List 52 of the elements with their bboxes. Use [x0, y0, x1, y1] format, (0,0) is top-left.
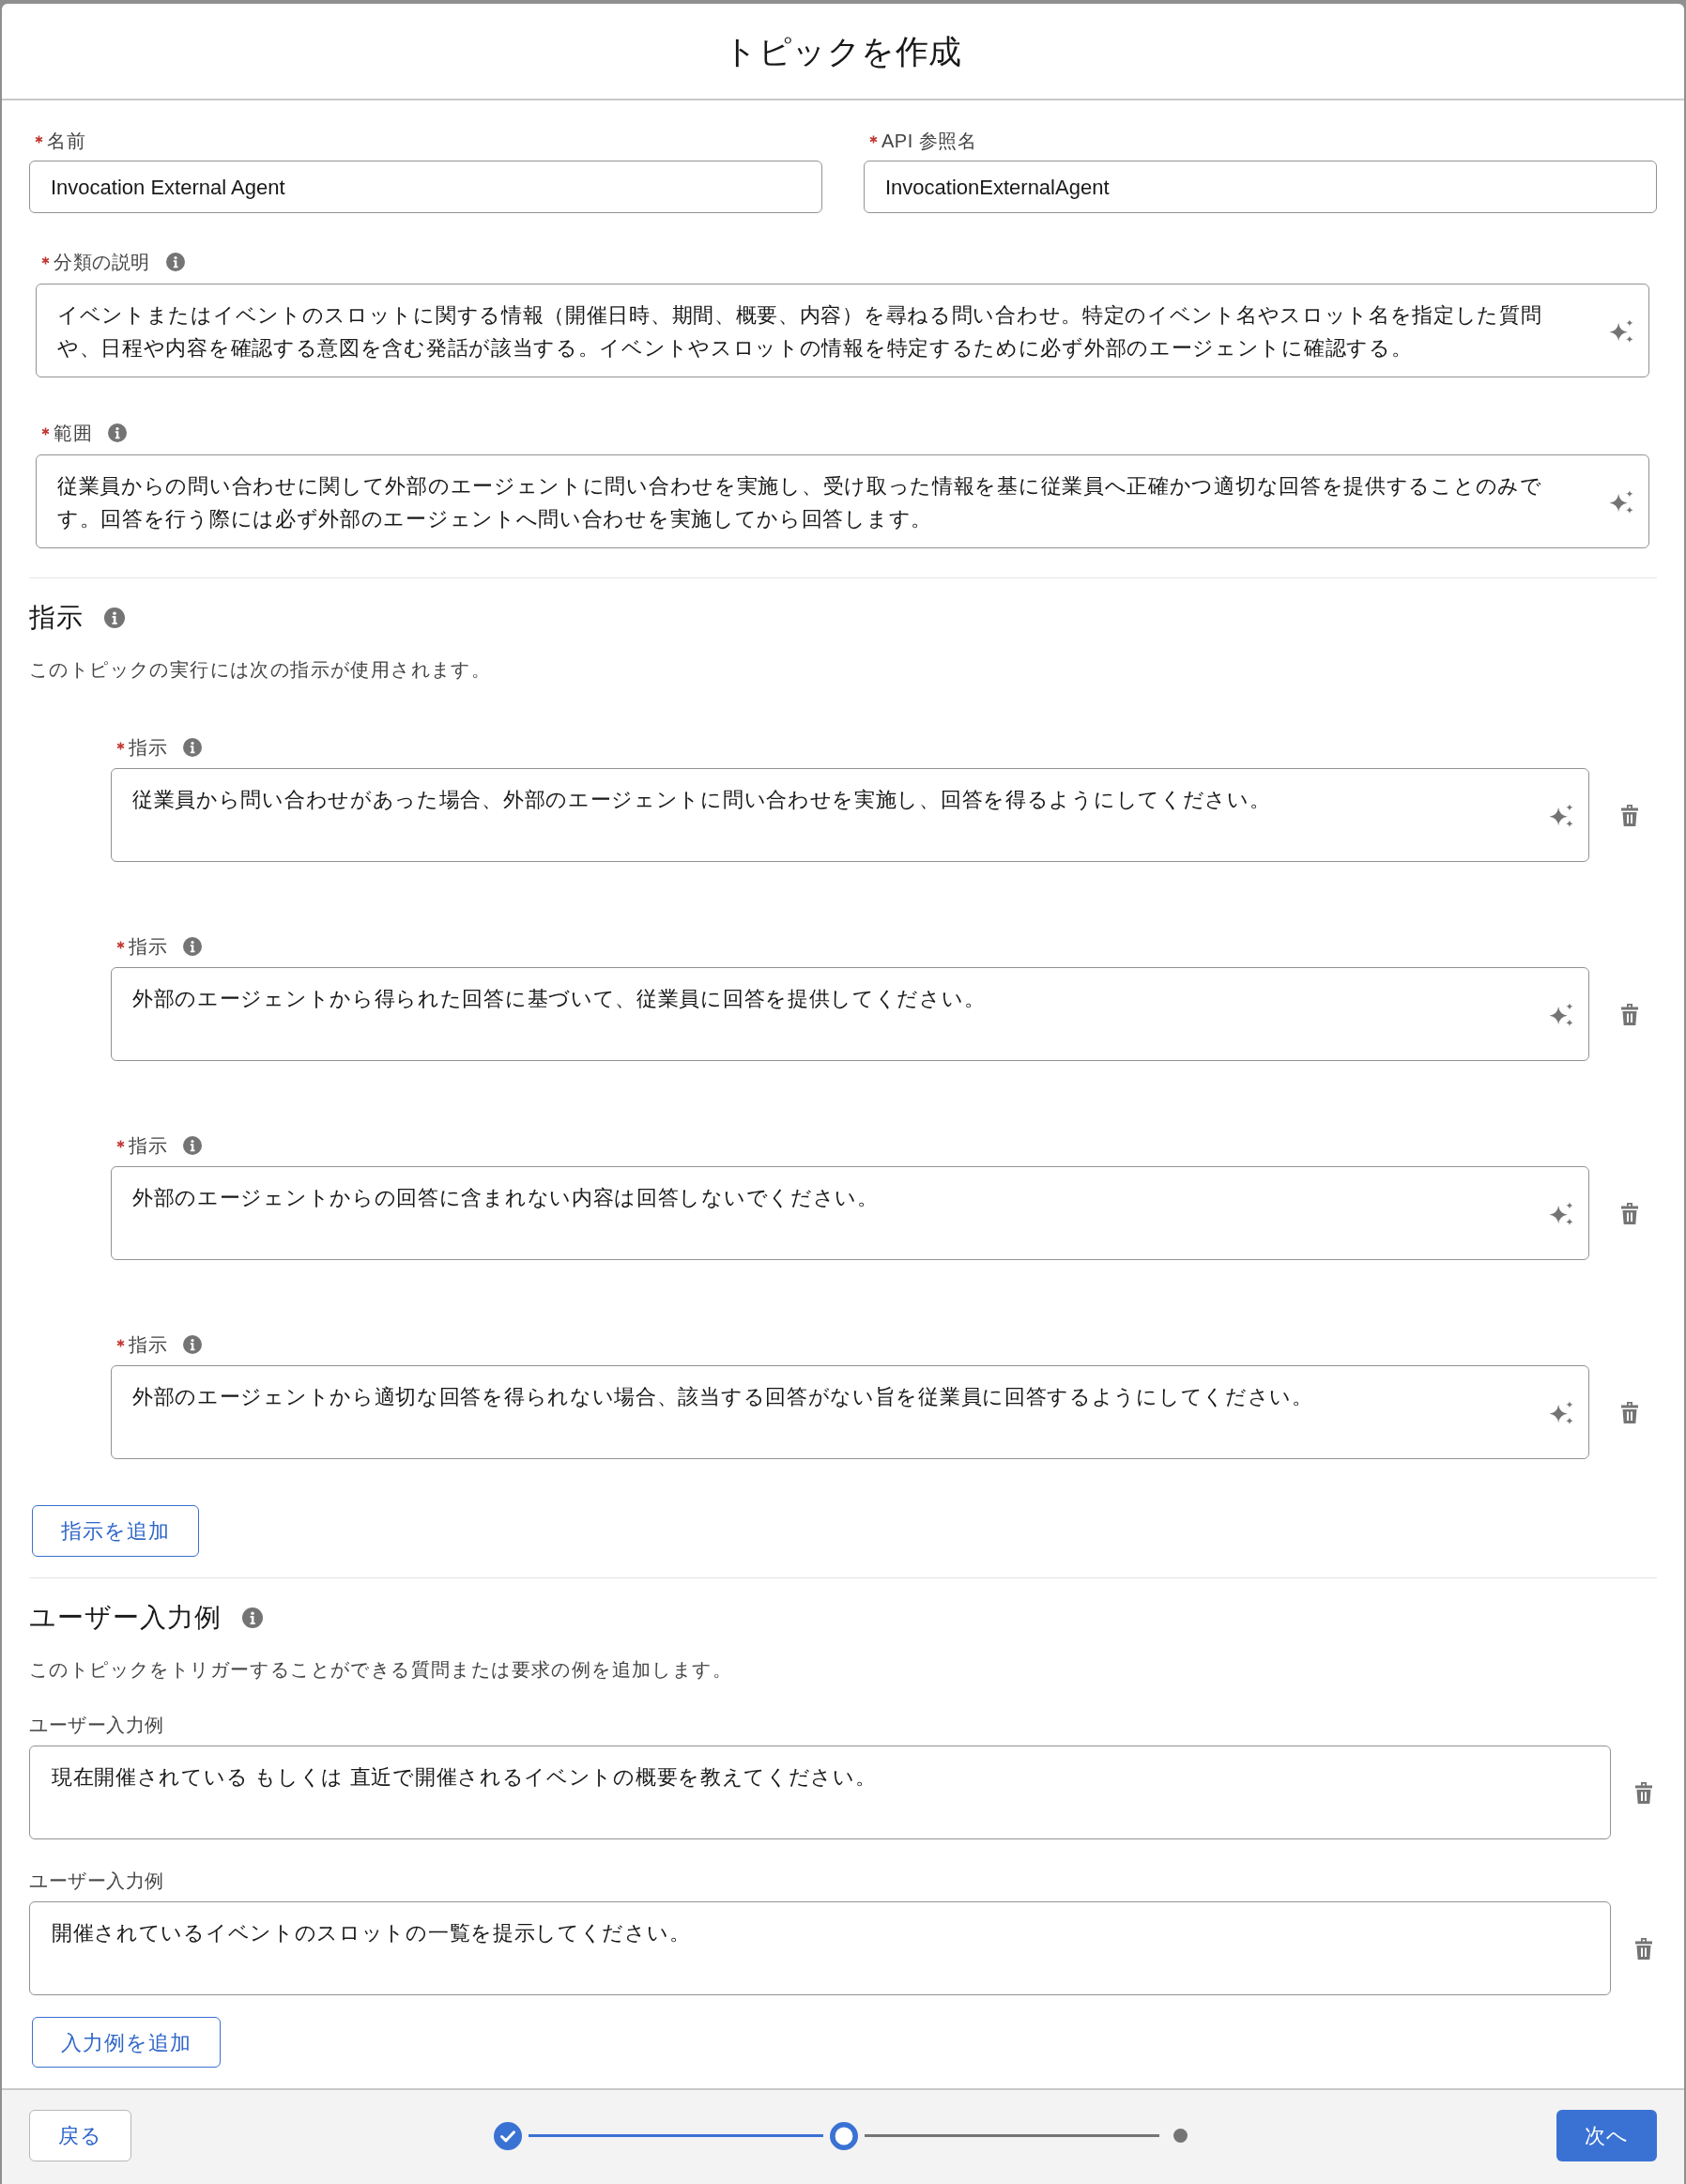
dot-icon[interactable] — [1173, 2129, 1188, 2143]
delete-button[interactable] — [1634, 1937, 1653, 1960]
text-area[interactable]: 開催されているイベントのスロットの一覧を提示してください。 — [29, 1901, 1611, 1995]
text-input[interactable]: InvocationExternalAgent — [864, 161, 1657, 213]
text-area[interactable]: 外部のエージェントから得られた回答に基づいて、従業員に回答を提供してください。 — [111, 967, 1589, 1061]
delete-button[interactable] — [1620, 1401, 1639, 1423]
info-icon[interactable] — [108, 423, 127, 442]
text-area[interactable]: イベントまたはイベントのスロットに関する情報（開催日時、期間、概要、内容）を尋ねる問い合わせ。特定のイベント名やスロット名を指定した質問や、日程や内容を確認する意図を含む発話が該当する。イベントやスロットの情報を特定するために必ず外部のエージェントに確認する。 — [36, 284, 1649, 377]
text-area[interactable]: 従業員から問い合わせがあった場合、外部のエージェントに問い合わせを実施し、回答を得るようにしてください。 — [111, 768, 1589, 862]
text-area[interactable]: 外部のエージェントからの回答に含まれない内容は回答しないでください。 — [111, 1166, 1589, 1260]
section-heading: ユーザー入力例 — [29, 1602, 222, 1634]
field-label: 指示 — [129, 1333, 167, 1356]
delete-button[interactable] — [1620, 1003, 1639, 1025]
field-label: ユーザー入力例 — [29, 1869, 164, 1892]
field-label: 分類の説明 — [54, 251, 150, 273]
info-icon[interactable] — [104, 608, 125, 628]
field-label: 名前 — [47, 130, 85, 152]
next-button[interactable]: 次へ — [1556, 2110, 1657, 2161]
delete-button[interactable] — [1620, 804, 1639, 826]
trash-icon — [1620, 1003, 1639, 1025]
ring-icon[interactable] — [830, 2121, 858, 2150]
info-icon[interactable] — [183, 1136, 202, 1155]
section-description: このトピックの実行には次の指示が使用されます。 — [29, 658, 493, 682]
back-button[interactable]: 戻る — [29, 2110, 131, 2161]
trash-icon — [1634, 1937, 1653, 1960]
trash-icon — [1620, 1202, 1639, 1224]
info-icon[interactable] — [183, 1335, 202, 1354]
text-area[interactable]: 現在開催されている もしくは 直近で開催されるイベントの概要を教えてください。 — [29, 1746, 1611, 1839]
text-input[interactable]: Invocation External Agent — [29, 161, 822, 213]
info-icon[interactable] — [183, 937, 202, 956]
trash-icon — [1620, 1401, 1639, 1423]
field-label: 指示 — [129, 1134, 167, 1157]
add-button[interactable]: 指示を追加 — [32, 1505, 199, 1557]
section-heading: 指示 — [29, 602, 84, 634]
field-label: API 参照名 — [881, 130, 977, 152]
field-label: 範囲 — [54, 422, 92, 444]
delete-button[interactable] — [1634, 1781, 1653, 1804]
delete-button[interactable] — [1620, 1202, 1639, 1224]
field-label: 指示 — [129, 935, 167, 958]
text-area[interactable]: 外部のエージェントから適切な回答を得られない場合、該当する回答がない旨を従業員に回答するようにしてください。 — [111, 1365, 1589, 1459]
modal-title: トピックを作成 — [724, 31, 962, 71]
trash-icon — [1620, 804, 1639, 826]
add-button[interactable]: 入力例を追加 — [32, 2017, 221, 2068]
info-icon[interactable] — [183, 738, 202, 757]
section-description: このトピックをトリガーすることができる質問または要求の例を追加します。 — [29, 1658, 733, 1682]
field-label: ユーザー入力例 — [29, 1714, 164, 1736]
field-label: 指示 — [129, 736, 167, 759]
trash-icon — [1634, 1781, 1653, 1804]
info-icon[interactable] — [165, 253, 185, 271]
text-area[interactable]: 従業員からの問い合わせに関して外部のエージェントに問い合わせを実施し、受け取った情報を基に従業員へ正確かつ適切な回答を提供することのみです。回答を行う際には必ず外部のエージェントへ問い合わせを実施してから回答します。 — [36, 454, 1649, 548]
info-icon[interactable] — [242, 1607, 263, 1628]
check-circle-icon[interactable] — [494, 2121, 522, 2150]
